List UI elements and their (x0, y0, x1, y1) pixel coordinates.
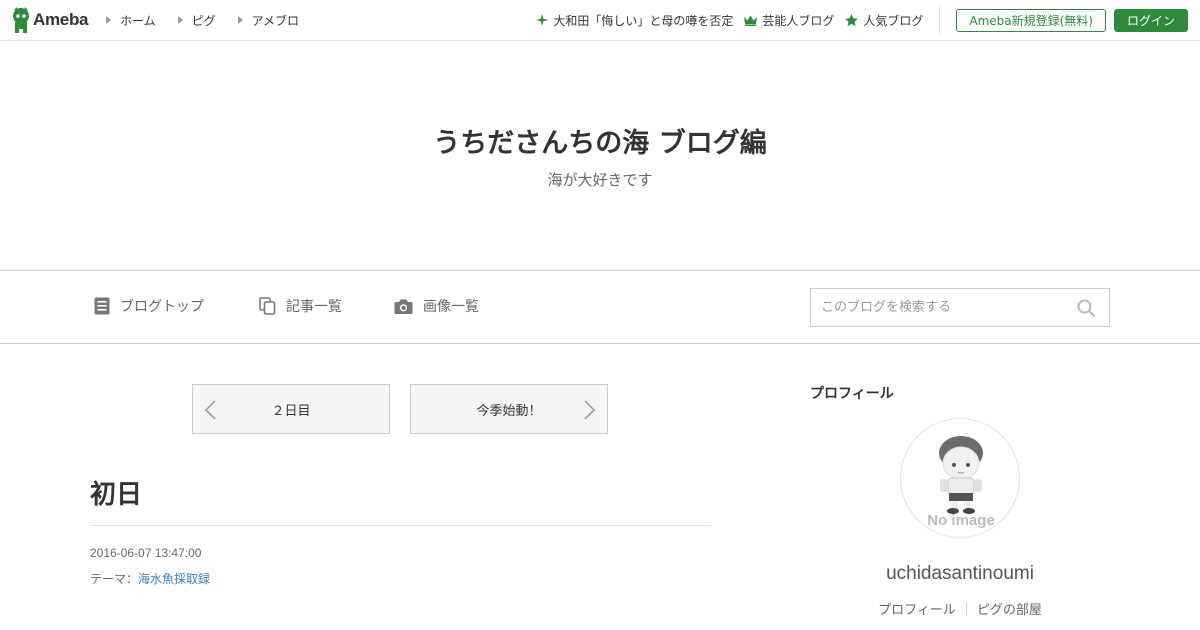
register-button[interactable]: Ameba新規登録(無料) (956, 8, 1106, 32)
camera-icon (394, 298, 413, 315)
avatar[interactable]: No image (900, 418, 1020, 538)
popular-blog-label: 人気ブログ (863, 13, 924, 28)
tab-image-list[interactable]: 画像一覧 (394, 296, 479, 316)
profile-links: プロフィール ピグの部屋 (810, 599, 1110, 618)
nav-item-home[interactable]: ホーム (106, 12, 156, 29)
entry-title[interactable]: 初日 (90, 474, 142, 511)
news-link[interactable]: 大和田「悔しい」と母の噂を否定 (536, 12, 733, 29)
crown-icon (744, 15, 758, 26)
tab-label: ブログトップ (120, 299, 204, 315)
pigg-room-link[interactable]: ピグの部屋 (967, 599, 1052, 618)
blog-nav: ブログトップ 記事一覧 画像一覧 (0, 270, 1200, 344)
celebrity-blog-label: 芸能人ブログ (762, 13, 835, 28)
search-input[interactable] (811, 289, 1071, 326)
nav-item-label: ピグ (191, 13, 216, 28)
tab-entry-list[interactable]: 記事一覧 (259, 296, 342, 316)
profile-heading: プロフィール (810, 386, 894, 402)
login-button[interactable]: ログイン (1113, 8, 1188, 32)
nav-item-label: アメブロ (251, 13, 300, 28)
search-icon[interactable] (1077, 299, 1096, 321)
blog-search (810, 288, 1110, 327)
tab-label: 記事一覧 (286, 299, 342, 315)
prev-entry-label: ２日目 (271, 403, 311, 419)
star-icon (845, 13, 859, 27)
news-link-label: 大和田「悔しい」と母の噂を否定 (553, 13, 734, 28)
logo-text: Ameba (33, 10, 89, 29)
chevron-left-icon (204, 400, 216, 424)
nav-item-label: ホーム (120, 13, 156, 28)
no-image-text: No image (927, 512, 995, 529)
copy-icon (259, 297, 276, 315)
next-entry-button[interactable]: 今季始動！ (410, 384, 608, 434)
blog-description: 海が大好きです (547, 171, 653, 189)
triangle-right-icon (106, 16, 111, 24)
tab-blog-top[interactable]: ブログトップ (94, 296, 204, 316)
ameba-mascot-icon (12, 7, 30, 33)
tab-label: 画像一覧 (423, 299, 479, 315)
triangle-right-icon (237, 16, 243, 24)
profile-link[interactable]: プロフィール (868, 599, 966, 618)
nav-item-pigg[interactable]: ピグ (177, 12, 216, 29)
blog-title[interactable]: うちださんちの海 ブログ編 (0, 121, 1200, 160)
header-right: 大和田「悔しい」と母の噂を否定 芸能人ブログ 人気ブログ Ameba新規登録(無… (536, 0, 1188, 40)
next-entry-label: 今季始動！ (476, 403, 542, 419)
divider (90, 525, 711, 526)
document-icon (94, 297, 110, 315)
entry-theme: テーマ： 海水魚採取録 (90, 570, 210, 587)
chevron-right-icon (584, 400, 596, 424)
triangle-right-icon (177, 16, 183, 24)
celebrity-blog-link[interactable]: 芸能人ブログ (744, 12, 834, 29)
global-nav: ホーム ピグ アメブロ (106, 0, 321, 40)
ameba-logo[interactable]: Ameba (12, 7, 88, 33)
sparkle-icon (536, 14, 549, 26)
entry-date: 2016-06-07 13:47:00 (90, 546, 202, 560)
prev-entry-button[interactable]: ２日目 (192, 384, 390, 434)
nav-item-ameblo[interactable]: アメブロ (237, 12, 300, 29)
theme-link[interactable]: 海水魚採取録 (138, 570, 210, 587)
theme-prefix: テーマ： (90, 572, 139, 586)
popular-blog-link[interactable]: 人気ブログ (845, 12, 923, 29)
profile-username[interactable]: uchidasantinoumi (810, 563, 1110, 585)
top-bar: Ameba ホーム ピグ アメブロ 大和田「悔しい」と母の噂を否定 芸能人ブログ (0, 0, 1200, 41)
default-avatar-illustration: No image (927, 436, 995, 529)
divider (939, 5, 941, 35)
